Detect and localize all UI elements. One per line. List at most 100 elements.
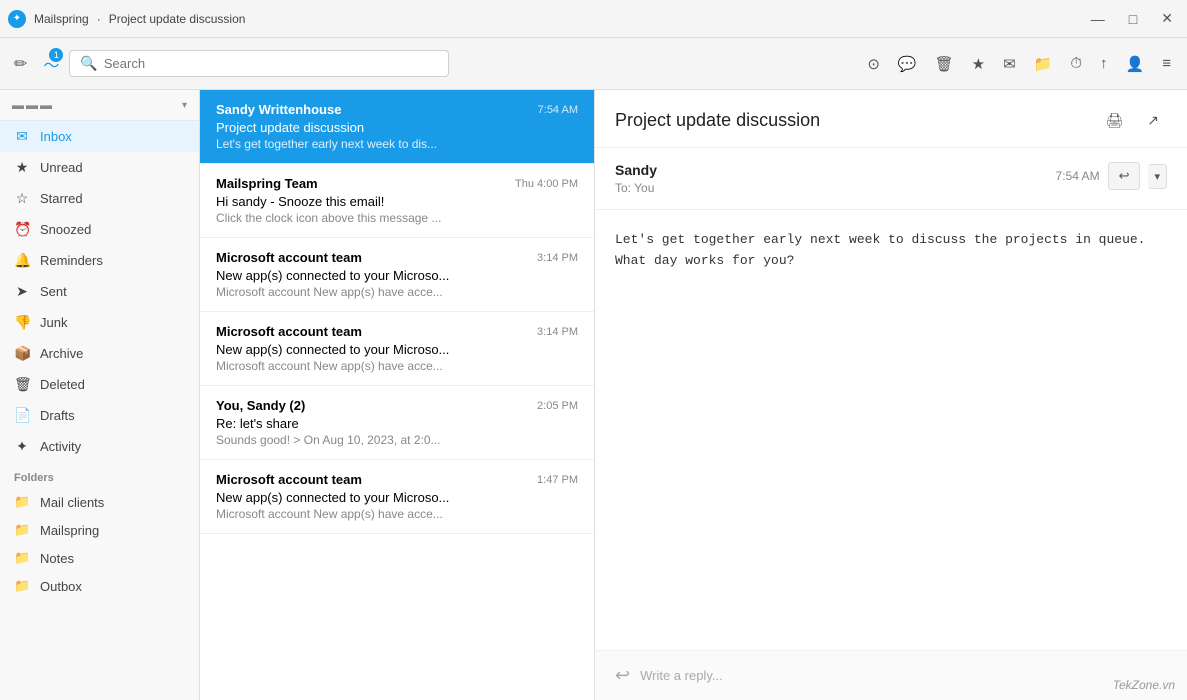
archive-icon: 📦: [14, 345, 30, 362]
email-subject: Hi sandy - Snooze this email!: [216, 194, 578, 209]
title-separator: ·: [97, 12, 101, 26]
sidebar-label-activity: Activity: [40, 439, 81, 454]
unread-icon: ★: [14, 159, 30, 176]
window-title: Mailspring: [34, 12, 89, 26]
mark-toolbar-button[interactable]: ✉: [995, 49, 1024, 79]
star-toolbar-button[interactable]: ★: [964, 49, 993, 79]
menu-toolbar-button[interactable]: ≡: [1154, 49, 1179, 78]
email-detail-actions: 🖨 ↗: [1097, 106, 1167, 135]
email-list-item[interactable]: Microsoft account team 1:47 PM New app(s…: [200, 460, 594, 534]
email-subject: Project update discussion: [216, 120, 578, 135]
snoozed-icon: ⏰: [14, 221, 30, 238]
email-sender: Microsoft account team: [216, 472, 362, 487]
sidebar-item-activity[interactable]: ✦ Activity: [0, 431, 199, 462]
email-list: Sandy Writtenhouse 7:54 AM Project updat…: [200, 90, 595, 700]
search-input[interactable]: [104, 56, 439, 71]
compose-button[interactable]: ✏: [8, 48, 33, 80]
sidebar-label-sent: Sent: [40, 284, 67, 299]
sidebar-item-snoozed[interactable]: ⏰ Snoozed: [0, 214, 199, 245]
email-meta-right: 7:54 AM ↩ ▾: [1056, 162, 1167, 190]
sent-icon: ➤: [14, 283, 30, 300]
minimize-button[interactable]: —: [1085, 8, 1111, 29]
account-chevron-icon: ▾: [182, 100, 187, 111]
sidebar-item-junk[interactable]: 👎 Junk: [0, 307, 199, 338]
email-body: Let's get together early next week to di…: [595, 210, 1187, 650]
email-list-item[interactable]: Sandy Writtenhouse 7:54 AM Project updat…: [200, 90, 594, 164]
activity-badge: 1: [49, 48, 63, 62]
email-time: 1:47 PM: [537, 474, 578, 486]
email-preview: Microsoft account New app(s) have acce..…: [216, 285, 578, 299]
folder-notes-icon: 📁: [14, 550, 30, 566]
sidebar-item-reminders[interactable]: 🔔 Reminders: [0, 245, 199, 276]
maximize-button[interactable]: □: [1123, 8, 1143, 29]
archive-toolbar-button[interactable]: ⊙: [859, 49, 888, 79]
sidebar-label-starred: Starred: [40, 191, 83, 206]
email-preview: Click the clock icon above this message …: [216, 211, 578, 225]
email-preview: Sounds good! > On Aug 10, 2023, at 2:0..…: [216, 433, 578, 447]
folder-toolbar-button[interactable]: 📁: [1026, 49, 1061, 79]
email-list-item[interactable]: Mailspring Team Thu 4:00 PM Hi sandy - S…: [200, 164, 594, 238]
email-preview: Let's get together early next week to di…: [216, 137, 578, 151]
email-meta-left: Sandy To: You: [615, 162, 1040, 195]
open-external-button[interactable]: ↗: [1139, 106, 1167, 135]
toolbar: ✏ 〜 1 🔍 ⊙ 💬 🗑 ★ ✉ 📁 ⏱ ↑ 👤 ≡: [0, 38, 1187, 90]
activity-button[interactable]: 〜 1: [37, 46, 65, 82]
reply-dropdown-button[interactable]: ▾: [1148, 164, 1167, 189]
reply-placeholder: Write a reply...: [640, 668, 723, 683]
title-bar: ✦ Mailspring · Project update discussion…: [0, 0, 1187, 38]
email-sender: Sandy Writtenhouse: [216, 102, 341, 117]
sidebar-folder-label-notes: Notes: [40, 551, 74, 566]
search-box[interactable]: 🔍: [69, 50, 449, 77]
reply-area[interactable]: ↩ Write a reply...: [595, 650, 1187, 700]
email-sender: You, Sandy (2): [216, 398, 305, 413]
sidebar-item-unread[interactable]: ★ Unread: [0, 152, 199, 183]
folder-mailspring-icon: 📁: [14, 522, 30, 538]
email-time: 3:14 PM: [537, 326, 578, 338]
sidebar-folder-mail-clients[interactable]: 📁 Mail clients: [0, 488, 199, 516]
sidebar-folder-label-mailspring: Mailspring: [40, 523, 99, 538]
email-subject: New app(s) connected to your Microso...: [216, 490, 578, 505]
email-list-item[interactable]: Microsoft account team 3:14 PM New app(s…: [200, 312, 594, 386]
sidebar-item-deleted[interactable]: 🗑 Deleted: [0, 369, 199, 400]
sidebar-folder-outbox[interactable]: 📁 Outbox: [0, 572, 199, 600]
inbox-icon: ✉: [14, 128, 30, 145]
reply-button[interactable]: ↩: [1108, 162, 1141, 190]
title-bar-left: ✦ Mailspring · Project update discussion: [8, 10, 245, 28]
close-button[interactable]: ✕: [1155, 8, 1179, 29]
sidebar-item-inbox[interactable]: ✉ Inbox: [0, 121, 199, 152]
sidebar-label-drafts: Drafts: [40, 408, 75, 423]
send-toolbar-button[interactable]: ↑: [1092, 49, 1116, 78]
email-detail-header: Project update discussion 🖨 ↗: [595, 90, 1187, 148]
sidebar-label-inbox: Inbox: [40, 129, 72, 144]
email-to: To: You: [615, 181, 1040, 195]
email-sender: Microsoft account team: [216, 250, 362, 265]
email-time: Thu 4:00 PM: [515, 178, 578, 190]
sidebar-account[interactable]: ▬▬▬ ▾: [0, 90, 199, 121]
sidebar-item-sent[interactable]: ➤ Sent: [0, 276, 199, 307]
email-time: 2:05 PM: [537, 400, 578, 412]
sidebar-folder-notes[interactable]: 📁 Notes: [0, 544, 199, 572]
snooze-toolbar-button[interactable]: ⏱: [1062, 49, 1090, 78]
email-preview: Microsoft account New app(s) have acce..…: [216, 507, 578, 521]
email-list-item[interactable]: You, Sandy (2) 2:05 PM Re: let's share S…: [200, 386, 594, 460]
reply-toolbar-button[interactable]: 💬: [890, 49, 925, 79]
contact-toolbar-button[interactable]: 👤: [1118, 49, 1153, 79]
delete-toolbar-button[interactable]: 🗑: [927, 49, 962, 79]
sidebar-item-drafts[interactable]: 📄 Drafts: [0, 400, 199, 431]
sidebar-item-archive[interactable]: 📦 Archive: [0, 338, 199, 369]
email-sender: Mailspring Team: [216, 176, 318, 191]
app-logo: ✦: [8, 10, 26, 28]
print-button[interactable]: 🖨: [1097, 106, 1131, 135]
sidebar-item-starred[interactable]: ☆ Starred: [0, 183, 199, 214]
drafts-icon: 📄: [14, 407, 30, 424]
sidebar-folder-label-outbox: Outbox: [40, 579, 82, 594]
sidebar-folder-mailspring[interactable]: 📁 Mailspring: [0, 516, 199, 544]
email-list-item[interactable]: Microsoft account team 3:14 PM New app(s…: [200, 238, 594, 312]
reminders-icon: 🔔: [14, 252, 30, 269]
junk-icon: 👎: [14, 314, 30, 331]
folder-outbox-icon: 📁: [14, 578, 30, 594]
sidebar-folder-label-mail-clients: Mail clients: [40, 495, 104, 510]
email-detail: Project update discussion 🖨 ↗ Sandy To: …: [595, 90, 1187, 700]
compose-icon: ✏: [14, 56, 27, 73]
sidebar: ▬▬▬ ▾ ✉ Inbox ★ Unread ☆ Starred ⏰ Snooz…: [0, 90, 200, 700]
